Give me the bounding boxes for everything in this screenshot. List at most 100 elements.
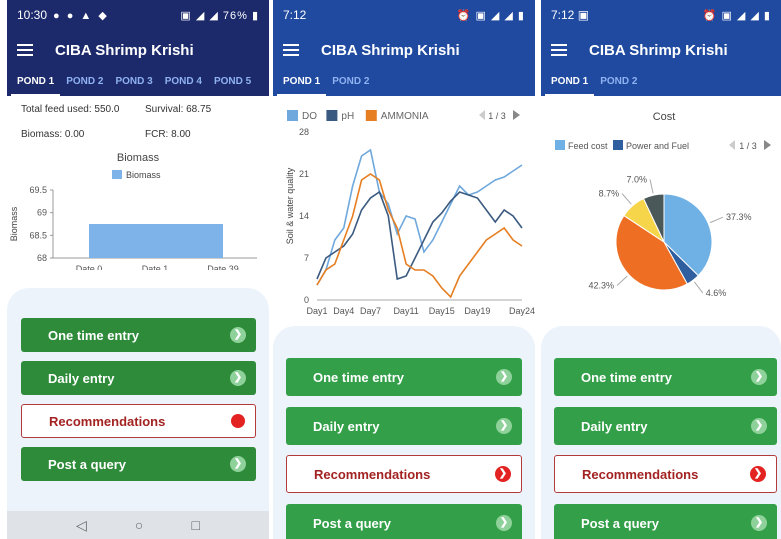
prev-page-icon [479,110,485,120]
hamburger-menu-icon[interactable] [283,44,299,56]
slice-label: 7.0% [627,175,648,185]
battery-signal-icons: ⏰ ▣ ◢ ◢ ▮ [456,9,525,22]
daily-entry-label: Daily entry [313,418,380,434]
post-query-label: Post a query [581,515,660,531]
x-tick-label: Day24 [509,306,535,316]
recommendations-label: Recommendations [314,466,431,482]
one-time-entry-label: One time entry [48,327,140,343]
chevron-right-icon: ❯ [496,515,512,531]
tab-pond-2[interactable]: POND 2 [594,70,643,96]
biomass-stat: Biomass: 0.00 [21,129,85,140]
legend-swatch [613,140,623,150]
action-panel: One time entry ❯ Daily entry ❯ Recommend… [273,326,535,539]
back-icon[interactable]: ◁ [76,517,87,534]
tab-pond-5[interactable]: POND 5 [208,70,257,96]
app-title: CIBA Shrimp Krishi [55,41,194,59]
chevron-right-icon: ❯ [230,370,246,386]
home-icon[interactable]: ○ [135,517,143,533]
status-time: 10:30 [17,8,48,22]
post-query-label: Post a query [48,456,127,472]
legend-swatch [112,170,122,179]
next-page-icon [764,140,771,150]
chevron-right-icon: ❯ [230,327,246,343]
fcr-stat: FCR: 8.00 [145,129,191,140]
legend-label: DO [302,111,317,122]
one-time-entry-label: One time entry [313,369,405,385]
bar [89,224,223,258]
hamburger-menu-icon[interactable] [551,44,567,56]
pager-label: 1 / 3 [739,141,757,151]
tab-pond-1[interactable]: POND 1 [545,70,595,96]
daily-entry-button[interactable]: Daily entry ❯ [286,407,522,445]
one-time-entry-label: One time entry [581,369,673,385]
x-tick-label: Date 39 [207,264,239,270]
y-tick-label: 28 [299,127,309,137]
tab-pond-2[interactable]: POND 2 [326,70,375,96]
y-tick-label: 7 [304,253,309,263]
tab-pond-1[interactable]: POND 1 [277,70,327,96]
y-axis-label: Biomass [9,206,19,241]
screenshot-collage: 10:30 ● ● ▲ ◆ ▣ ◢ ◢ 76% ▮ CIBA Shrimp Kr… [0,0,781,539]
status-bar: 7:12 ⏰ ▣ ◢ ◢ ▮ [273,0,535,30]
legend-label: AMMONIA [381,111,429,122]
one-time-entry-button[interactable]: One time entry ❯ [286,358,522,396]
y-tick-label: 14 [299,211,309,221]
tab-pond-3[interactable]: POND 3 [109,70,158,96]
slice-leader [649,179,654,194]
legend-label: pH [341,111,354,122]
app-title: CIBA Shrimp Krishi [321,41,460,59]
x-tick-label: Day15 [429,306,455,316]
recommendations-button[interactable]: Recommendations ❯ [554,455,777,493]
next-page-icon [513,110,520,120]
post-query-button[interactable]: Post a query ❯ [286,504,522,539]
recents-icon[interactable]: □ [191,517,199,533]
slice-label: 4.6% [706,288,727,298]
daily-entry-button[interactable]: Daily entry ❯ [554,407,777,445]
y-tick-label: 68.5 [29,230,47,240]
post-query-label: Post a query [313,515,392,531]
app-title: CIBA Shrimp Krishi [589,41,728,59]
pond-tabs: POND 1 POND 2 POND 3 POND 4 POND 5 [7,70,269,96]
chevron-right-icon: ❯ [230,456,246,472]
battery-signal-icons: ⏰ ▣ ◢ ◢ ▮ [702,9,771,22]
water-quality-line-chart: DO pH AMMONIA 1 / 3 28 21 14 7 0 Soil & water qua… [285,110,535,316]
daily-entry-button[interactable]: Daily entry ❯ [21,361,256,395]
tab-pond-4[interactable]: POND 4 [159,70,208,96]
post-query-button[interactable]: Post a query ❯ [554,504,777,539]
recommendations-button[interactable]: Recommendations ❯ [286,455,522,493]
x-tick-label: Date 1 [142,264,169,270]
tab-pond-2[interactable]: POND 2 [60,70,109,96]
chevron-right-icon: ❯ [496,418,512,434]
tab-pond-1[interactable]: POND 1 [11,70,61,96]
app-bar: CIBA Shrimp Krishi [7,30,269,70]
legend-swatch [365,110,377,121]
alert-dot-icon [231,414,245,428]
survival-stat: Survival: 68.75 [145,104,212,115]
one-time-entry-button[interactable]: One time entry ❯ [554,358,777,396]
x-tick-label: Day4 [333,306,354,316]
legend-swatch [555,140,565,150]
y-tick-label: 69 [37,208,47,218]
slice-leader [616,275,628,286]
phone-screen-1: 10:30 ● ● ▲ ◆ ▣ ◢ ◢ 76% ▮ CIBA Shrimp Kr… [7,0,269,539]
recommendations-label: Recommendations [49,413,166,429]
recommendations-label: Recommendations [582,466,699,482]
pond-tabs: POND 1 POND 2 [273,70,535,96]
x-tick-label: Date 0 [76,264,103,270]
hamburger-menu-icon[interactable] [17,44,33,56]
legend-label: Power and Fuel [626,141,689,151]
y-tick-label: 21 [299,169,309,179]
app-bar: CIBA Shrimp Krishi [541,30,781,70]
recommendations-button[interactable]: Recommendations [21,404,256,438]
status-time: 7:12 ▣ [551,8,590,22]
total-feed-stat: Total feed used: 550.0 [21,104,120,115]
one-time-entry-button[interactable]: One time entry ❯ [21,318,256,352]
x-tick-label: Day11 [393,306,418,316]
phone-screen-3: 7:12 ▣ ⏰ ▣ ◢ ◢ ▮ CIBA Shrimp Krishi POND… [541,0,781,539]
system-nav-bar: ◁ ○ □ [7,511,269,539]
slice-label: 42.3% [589,280,615,290]
post-query-button[interactable]: Post a query ❯ [21,447,256,481]
chevron-right-icon: ❯ [496,369,512,385]
prev-page-icon [729,140,735,150]
chevron-right-icon: ❯ [751,515,767,531]
